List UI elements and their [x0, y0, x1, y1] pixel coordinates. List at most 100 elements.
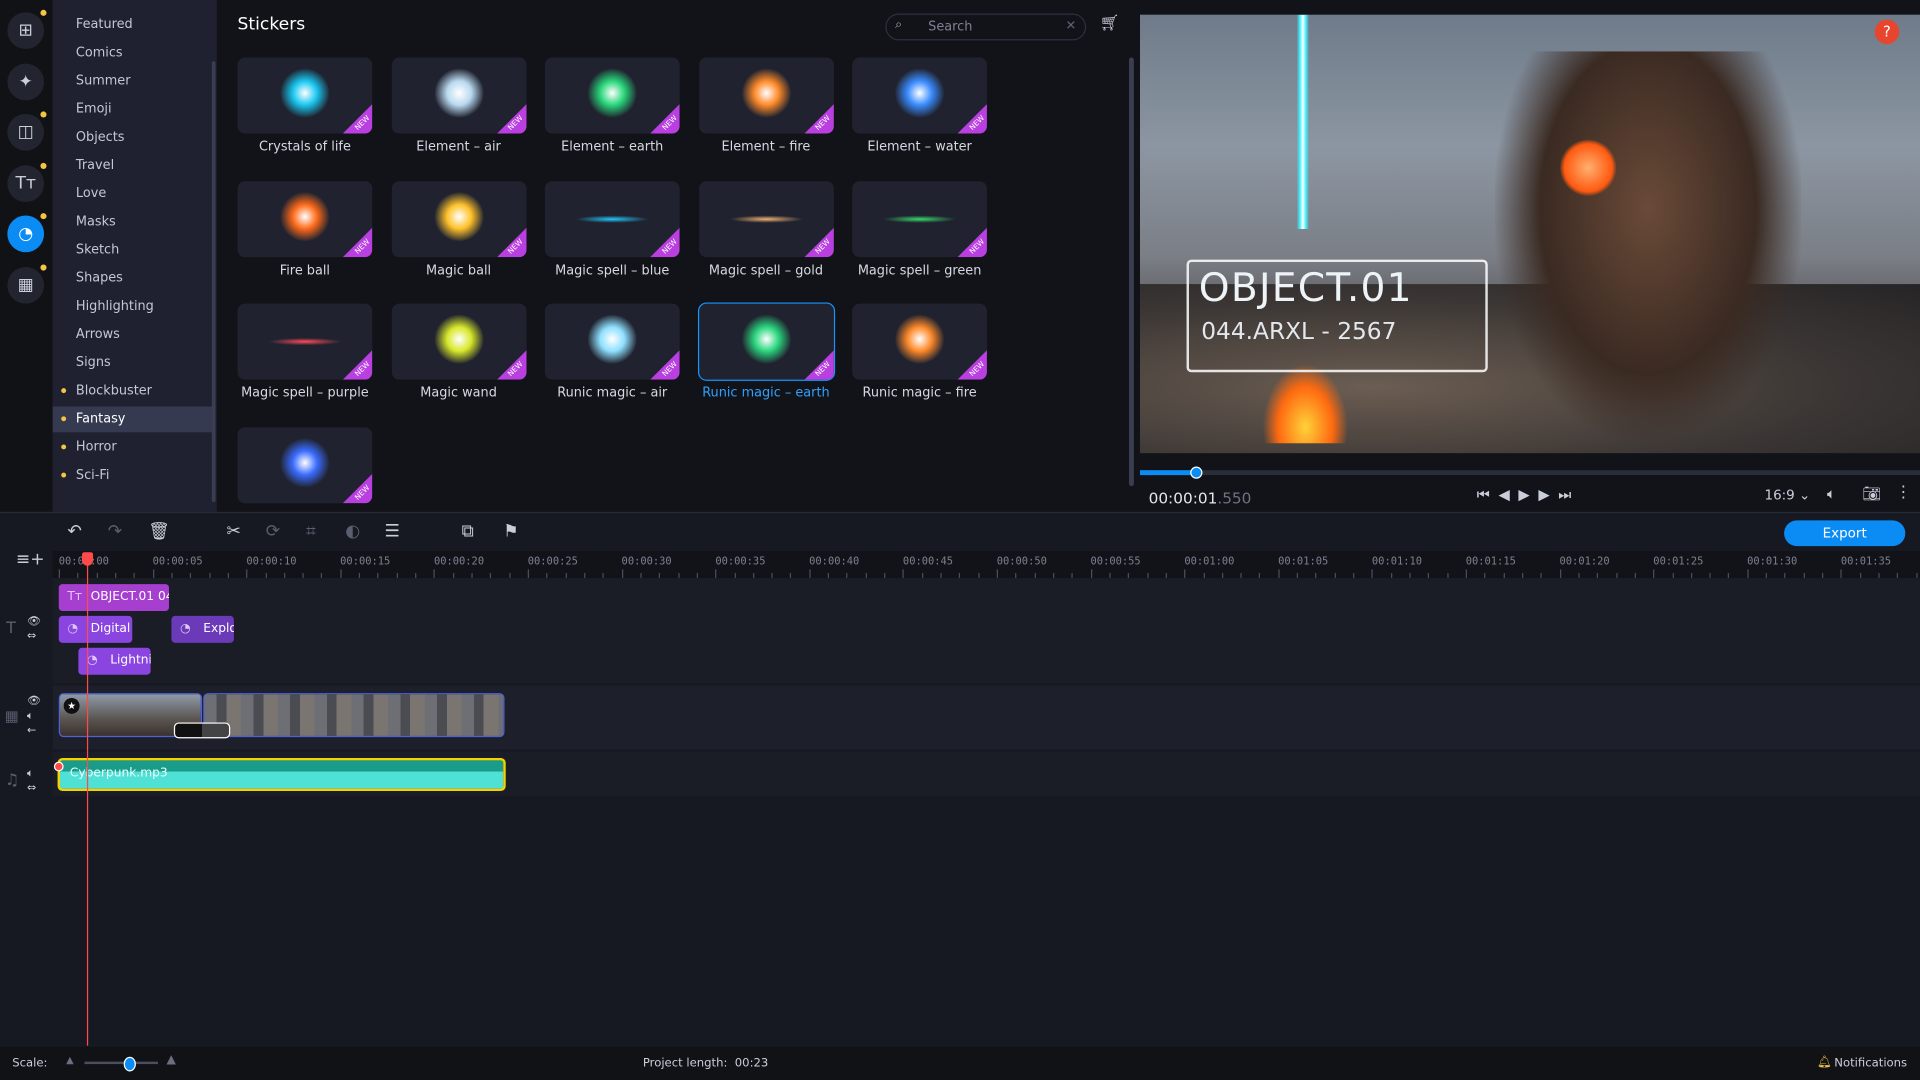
- scale-slider-handle[interactable]: [123, 1056, 136, 1072]
- skip-start-icon[interactable]: ⏮︎: [1477, 486, 1499, 503]
- rail-button-stickers[interactable]: ◔: [7, 213, 47, 253]
- sticker-tile[interactable]: NEW: [698, 180, 834, 257]
- sticker-tile[interactable]: NEW: [237, 57, 373, 134]
- rail-button-import[interactable]: ⊞: [7, 9, 47, 49]
- sticker-tile[interactable]: NEW: [391, 180, 526, 257]
- play-icon[interactable]: ▶︎: [1518, 486, 1538, 503]
- sticker-label[interactable]: Runic magic – fire: [842, 386, 996, 401]
- export-button[interactable]: Export: [1784, 520, 1906, 547]
- sticker-tile[interactable]: NEW: [237, 426, 373, 503]
- category-travel[interactable]: Travel: [53, 153, 213, 179]
- sticker-tile[interactable]: NEW: [698, 57, 834, 134]
- bell-icon[interactable]: 🔔︎: [1817, 1056, 1832, 1069]
- overlay-icon[interactable]: ⧉: [462, 522, 474, 542]
- scale-slider[interactable]: [84, 1061, 158, 1065]
- sticker-label[interactable]: Runic magic – air: [535, 386, 689, 401]
- rail-button-more-tools[interactable]: ▦: [7, 263, 47, 304]
- category-featured[interactable]: Featured: [53, 12, 213, 38]
- sticker-label[interactable]: Magic wand: [381, 386, 535, 401]
- undo-icon[interactable]: ↶: [67, 522, 81, 542]
- sticker-clip[interactable]: ◔ Explo: [171, 615, 234, 643]
- sticker-tile[interactable]: NEW: [544, 303, 680, 380]
- sticker-label[interactable]: Magic spell – purple: [228, 386, 382, 401]
- category-masks[interactable]: Masks: [53, 209, 213, 235]
- category-objects[interactable]: Objects: [53, 125, 213, 151]
- title-clip[interactable]: Tт OBJECT.01 044.ARXL: [58, 584, 169, 612]
- eye-icon[interactable]: 👁︎: [27, 616, 41, 628]
- category-highlighting[interactable]: Highlighting: [53, 294, 213, 320]
- rail-button-transitions[interactable]: ◫: [7, 111, 47, 151]
- sticker-tile[interactable]: NEW: [391, 303, 526, 380]
- sticker-tile[interactable]: NEW: [237, 303, 373, 380]
- eye-icon[interactable]: 👁︎: [27, 696, 41, 708]
- sticker-label[interactable]: Element – earth: [535, 140, 689, 155]
- sticker-tile[interactable]: NEW: [237, 180, 373, 257]
- sticker-label[interactable]: Element – air: [381, 140, 535, 155]
- add-track-icon[interactable]: ≡+: [16, 550, 45, 570]
- playhead-handle[interactable]: [82, 552, 94, 566]
- rail-button-titles[interactable]: Tт: [7, 162, 47, 202]
- sticker-tile[interactable]: NEW: [852, 180, 987, 257]
- cart-icon[interactable]: 🛒︎: [1100, 15, 1120, 33]
- category-signs[interactable]: Signs: [53, 350, 213, 376]
- sticker-label[interactable]: Element – water: [842, 140, 996, 155]
- sticker-label[interactable]: Magic spell – gold: [689, 263, 843, 278]
- link-icon[interactable]: ⇔: [27, 631, 36, 643]
- volume-icon[interactable]: 🔈︎: [27, 768, 34, 780]
- sticker-label[interactable]: Element – fire: [689, 140, 843, 155]
- category-summer[interactable]: Summer: [53, 69, 213, 95]
- color-adjust-icon[interactable]: ◐: [345, 522, 360, 542]
- sticker-label[interactable]: Magic spell – blue: [535, 263, 689, 278]
- search-input[interactable]: ⌕ Search ✕: [885, 13, 1087, 41]
- sticker-tile[interactable]: NEW: [852, 57, 987, 134]
- category-fantasy[interactable]: Fantasy: [52, 406, 214, 433]
- zoom-in-icon[interactable]: ▲: [167, 1053, 176, 1066]
- rotate-icon[interactable]: ⟳: [266, 522, 280, 542]
- crop-icon[interactable]: ⌗: [306, 522, 316, 542]
- volume-icon[interactable]: 🔈︎: [1827, 485, 1836, 503]
- preview-seekbar[interactable]: [1140, 466, 1920, 479]
- more-icon[interactable]: ⋮: [1896, 484, 1912, 502]
- category-love[interactable]: Love: [53, 181, 213, 207]
- sticker-tile[interactable]: NEW: [391, 57, 526, 134]
- category-horror[interactable]: Horror: [53, 435, 213, 461]
- cut-icon[interactable]: ✂: [227, 522, 241, 542]
- sticker-label[interactable]: Crystals of life: [228, 140, 382, 155]
- category-arrows[interactable]: Arrows: [53, 322, 213, 348]
- sticker-tile[interactable]: NEW: [544, 57, 680, 134]
- audio-clip[interactable]: Cyberpunk.mp3: [57, 757, 506, 792]
- aspect-ratio-select[interactable]: 16:9 ⌄: [1765, 487, 1811, 503]
- mute-icon[interactable]: 🔈︎: [27, 710, 34, 722]
- sticker-label[interactable]: Magic ball: [381, 263, 535, 278]
- sticker-clip[interactable]: ◔ Digital: [58, 615, 133, 643]
- link-icon[interactable]: ⇔: [27, 782, 36, 794]
- zoom-out-icon[interactable]: ▲: [66, 1054, 74, 1065]
- time-ruler[interactable]: 00:00:0000:00:0500:00:1000:00:1500:00:20…: [52, 551, 1920, 578]
- video-clip[interactable]: [203, 693, 505, 738]
- sticker-label[interactable]: Magic spell – green: [842, 263, 996, 278]
- clip-properties-icon[interactable]: ☰: [384, 522, 399, 542]
- category-sketch[interactable]: Sketch: [53, 238, 213, 264]
- sticker-tile[interactable]: NEW: [697, 302, 835, 381]
- sticker-scrollbar[interactable]: [1128, 57, 1134, 487]
- help-button[interactable]: ?: [1874, 19, 1900, 45]
- prev-frame-icon[interactable]: ◀︎: [1499, 486, 1519, 503]
- category-comics[interactable]: Comics: [53, 40, 213, 66]
- next-frame-icon[interactable]: ▶︎: [1538, 486, 1558, 503]
- detach-audio-icon[interactable]: ←: [27, 725, 36, 737]
- skip-end-icon[interactable]: ⏭︎: [1558, 486, 1580, 503]
- category-scrollbar[interactable]: [211, 61, 216, 503]
- sticker-tile[interactable]: NEW: [852, 303, 987, 380]
- category-emoji[interactable]: Emoji: [53, 97, 213, 123]
- sticker-label[interactable]: Runic magic – earth: [689, 386, 843, 401]
- rail-button-magic-wand[interactable]: ✦: [7, 63, 45, 100]
- clear-icon[interactable]: ✕: [1066, 18, 1077, 33]
- marker-icon[interactable]: ⚑: [503, 522, 518, 542]
- notifications-link[interactable]: Notifications: [1834, 1057, 1907, 1070]
- category-sci-fi[interactable]: Sci-Fi: [53, 463, 213, 489]
- category-blockbuster[interactable]: Blockbuster: [53, 378, 213, 404]
- volume-keyframe[interactable]: [53, 761, 64, 772]
- redo-icon[interactable]: ↷: [108, 522, 122, 542]
- playhead[interactable]: [86, 553, 89, 1046]
- sticker-tile[interactable]: NEW: [544, 180, 680, 257]
